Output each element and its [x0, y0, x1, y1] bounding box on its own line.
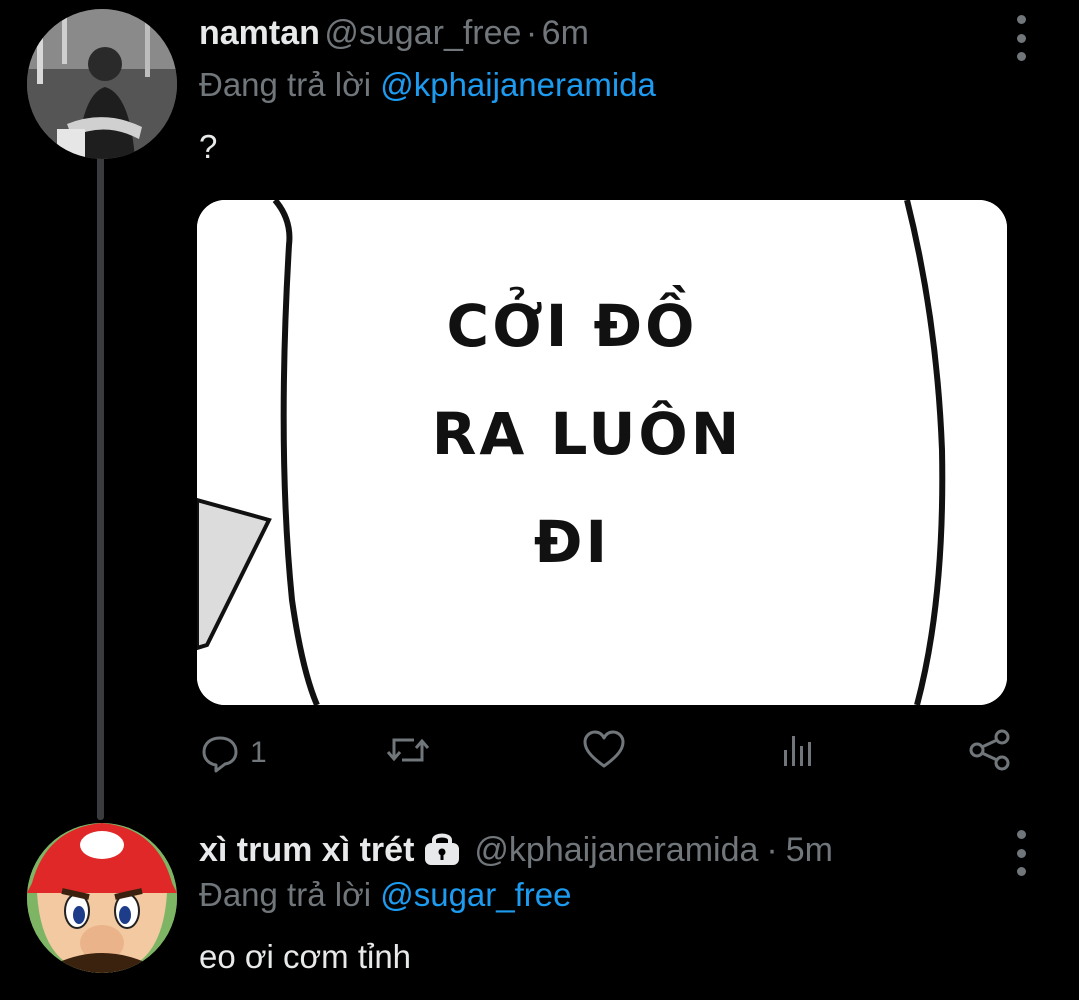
more-dot-icon	[1016, 848, 1026, 858]
more-dot-icon	[1016, 33, 1026, 43]
more-options-button[interactable]	[1006, 15, 1036, 61]
media-caption: CỞI ĐỒ RA LUÔN ĐI	[417, 272, 797, 596]
stats-button[interactable]	[776, 728, 820, 772]
reply-to-link[interactable]: @sugar_free	[380, 876, 571, 913]
caption-line: RA LUÔN	[431, 400, 743, 468]
tweet2-header: xì trum xì trét @kphaijaneramida · 5m	[199, 830, 833, 871]
thread-connector	[97, 150, 104, 820]
reply-count: 1	[250, 736, 267, 769]
timestamp[interactable]: 5m	[786, 831, 833, 870]
tweet1-header: namtan @sugar_free · 6m	[199, 14, 589, 53]
more-dot-icon	[1016, 830, 1026, 839]
tweet-text: ?	[199, 128, 218, 165]
like-button[interactable]	[582, 728, 626, 772]
handle[interactable]: @sugar_free	[324, 14, 521, 52]
replying-to: Đang trả lời @sugar_free	[199, 876, 571, 914]
retweet-icon	[386, 738, 430, 762]
share-icon	[969, 729, 1010, 771]
reply-button[interactable]: 1	[198, 728, 267, 778]
avatar-photo	[27, 9, 177, 159]
display-name[interactable]: xì trum xì trét	[199, 831, 414, 870]
separator: ·	[525, 14, 538, 52]
separator: ·	[766, 831, 778, 869]
more-dot-icon	[1016, 867, 1026, 876]
more-dot-icon	[1016, 52, 1026, 61]
more-options-button[interactable]	[1006, 830, 1036, 876]
reply-to-link[interactable]: @kphaijaneramida	[380, 66, 656, 103]
avatar[interactable]	[27, 823, 177, 973]
avatar[interactable]	[27, 9, 177, 159]
replying-to: Đang trả lời @kphaijaneramida	[199, 66, 656, 104]
retweet-button[interactable]	[386, 728, 430, 772]
handle[interactable]: @kphaijaneramida	[474, 831, 758, 870]
caption-line: CỞI ĐỒ	[446, 292, 698, 360]
bar-chart-icon	[784, 736, 811, 766]
more-dot-icon	[1016, 15, 1026, 24]
display-name[interactable]: namtan	[199, 14, 320, 52]
reply-prefix: Đang trả lời	[199, 66, 372, 103]
caption-line: ĐI	[533, 508, 611, 576]
timestamp[interactable]: 6m	[542, 14, 589, 52]
share-button[interactable]	[968, 728, 1012, 772]
tweet-text: eo ơi cơm tỉnh	[199, 938, 412, 975]
reply-icon	[198, 731, 242, 775]
lock-icon	[422, 830, 462, 871]
reply-prefix: Đang trả lời	[199, 876, 372, 913]
avatar-photo	[27, 823, 177, 973]
heart-icon	[583, 730, 625, 768]
